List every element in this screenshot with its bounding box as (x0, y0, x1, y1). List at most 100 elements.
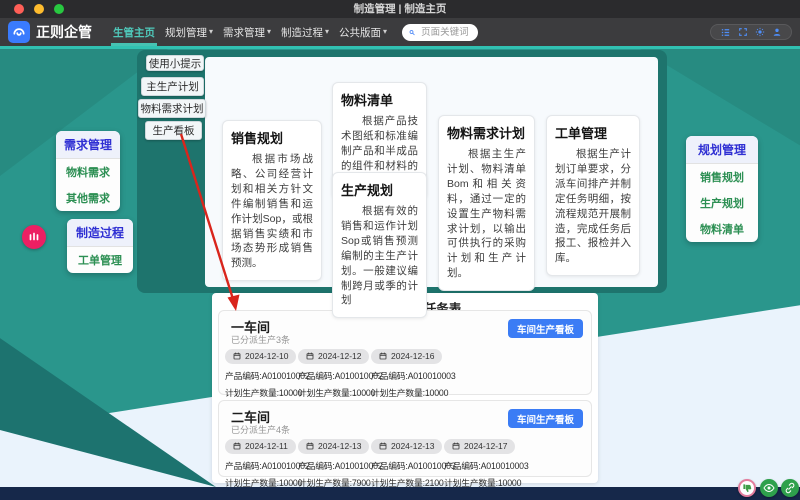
task-board: 近期在线生产任务表 一车间 已分派生产3条 车间生产看板 2024-12-10 … (212, 293, 598, 483)
date-chip: 2024-12-16 (371, 349, 442, 364)
menu-item-bom[interactable]: 物料清单 (686, 216, 758, 242)
task-date: 2024-12-16 (391, 351, 434, 361)
mrp-button-label: 物料需求计划 (141, 101, 204, 116)
date-chip: 2024-12-13 (298, 439, 369, 454)
nav-item-demand[interactable]: 需求管理 ▾ (223, 18, 271, 46)
nav-item-production-home[interactable]: 生管主页 (113, 18, 155, 46)
workshop-subtitle: 已分派生产4条 (231, 423, 290, 436)
mrp-button[interactable]: 物料需求计划 (138, 99, 206, 118)
panel-process: 制造过程 工单管理 (67, 219, 133, 273)
eye-icon (763, 482, 775, 494)
tips-button-label: 使用小提示 (149, 56, 202, 71)
task-item: 2024-12-17 产品编码:A010010003 计划生产数量:10000 (444, 437, 517, 489)
task-item: 2024-12-13 产品编码:A010010002 计划生产数量:7900 (298, 437, 371, 489)
workshop-1-section: 一车间 已分派生产3条 车间生产看板 2024-12-10 产品编码:A0100… (218, 310, 592, 395)
nav-item-public[interactable]: 公共版面 ▾ (339, 18, 387, 46)
app-navbar: 正则企管 生管主页 规划管理 ▾ 需求管理 ▾ 制造过程 ▾ 公共版面 ▾ (0, 18, 800, 46)
user-icon[interactable] (772, 27, 782, 37)
panel-planning: 规划管理 销售规划 生产规划 物料清单 (686, 136, 758, 242)
task-item: 2024-12-10 产品编码:A010010002 计划生产数量:10000 (225, 347, 298, 399)
task-product: 产品编码:A010010002 (298, 369, 371, 382)
nav-label: 需求管理 (223, 25, 265, 40)
menu-item-material-demand[interactable]: 物料需求 (56, 159, 120, 185)
podium-icon (28, 231, 40, 243)
workshop-kanban-button[interactable]: 车间生产看板 (508, 409, 583, 428)
task-list: 2024-12-11 产品编码:A010010002 计划生产数量:10000 … (225, 437, 587, 489)
card-title: 销售规划 (231, 128, 313, 147)
task-product: 产品编码:A010010002 (225, 369, 298, 382)
search-input[interactable] (419, 26, 471, 39)
card-sales-planning[interactable]: 销售规划 根据市场战略、公司经营计划和相关方针文件编制销售和运作计划Sop，或根… (222, 120, 322, 281)
calendar-icon (233, 352, 241, 360)
card-body: 根据有效的销售和运作计划Sop或销售预测编制的主生产计划。一般建议编制跨月或季的… (341, 204, 418, 308)
manufacturing-home-page: 制造管理 | 制造主页 正则企管 生管主页 规划管理 ▾ 需求管理 ▾ 制造过程… (0, 0, 800, 500)
chevron-down-icon: ▾ (325, 28, 329, 36)
logo-swirl-icon (12, 25, 26, 39)
watch-button[interactable] (760, 479, 778, 497)
workshop-kanban-button[interactable]: 车间生产看板 (508, 319, 583, 338)
date-chip: 2024-12-13 (371, 439, 442, 454)
task-item: 2024-12-13 产品编码:A010010003 计划生产数量:2100 (371, 437, 444, 489)
task-date: 2024-12-11 (245, 441, 288, 451)
date-chip: 2024-12-11 (225, 439, 296, 454)
nav-label: 公共版面 (339, 25, 381, 40)
link-button[interactable] (781, 479, 799, 497)
nav-item-process[interactable]: 制造过程 ▾ (281, 18, 329, 46)
calendar-icon (306, 442, 314, 450)
date-chip: 2024-12-12 (298, 349, 369, 364)
feedback-thumb-button[interactable] (738, 479, 756, 497)
window-title: 制造管理 | 制造主页 (0, 0, 800, 18)
link-icon (784, 482, 796, 494)
calendar-icon (379, 442, 387, 450)
card-production-planning[interactable]: 生产规划 根据有效的销售和运作计划Sop或销售预测编制的主生产计划。一般建议编制… (332, 172, 427, 318)
task-product: 产品编码:A010010002 (298, 459, 371, 472)
accent-strip (0, 46, 800, 49)
task-date: 2024-12-12 (318, 351, 361, 361)
nav-item-planning[interactable]: 规划管理 ▾ (165, 18, 213, 46)
mps-button[interactable]: 主生产计划 (141, 77, 204, 96)
app-logo[interactable] (8, 21, 30, 43)
kanban-button-label: 生产看板 (153, 123, 195, 138)
task-item: 2024-12-11 产品编码:A010010002 计划生产数量:10000 (225, 437, 298, 489)
task-product: 产品编码:A010010003 (444, 459, 517, 472)
brand-name: 正则企管 (36, 22, 92, 42)
task-qty: 计划生产数量:10000 (225, 476, 298, 489)
task-item: 2024-12-12 产品编码:A010010002 计划生产数量:10000 (298, 347, 371, 399)
chevron-down-icon: ▾ (383, 28, 387, 36)
card-title: 物料清单 (341, 90, 418, 109)
window-titlebar: 制造管理 | 制造主页 (0, 0, 800, 18)
menu-item-other-demand[interactable]: 其他需求 (56, 185, 120, 211)
card-mrp[interactable]: 物料需求计划 根据主生产计划、物料清单Bom和相关资料，通过一定的设置生产物料需… (438, 115, 535, 291)
search-icon (409, 28, 415, 37)
task-qty: 计划生产数量:10000 (225, 386, 298, 399)
fullscreen-icon[interactable] (738, 27, 748, 37)
pink-fab[interactable] (22, 225, 46, 249)
card-work-order[interactable]: 工单管理 根据生产计划订单要求，分派车间排产并制定任务明细，按流程规范开展制造，… (546, 115, 640, 276)
task-product: 产品编码:A010010003 (371, 459, 444, 472)
task-product: 产品编码:A010010002 (225, 459, 298, 472)
kanban-button[interactable]: 生产看板 (145, 121, 202, 140)
card-title: 生产规划 (341, 180, 418, 199)
card-body: 根据市场战略、公司经营计划和相关方针文件编制销售和运作计划Sop，或根据销售实绩… (231, 152, 313, 271)
task-item: 2024-12-16 产品编码:A010010003 计划生产数量:10000 (371, 347, 444, 399)
menu-item-production-planning[interactable]: 生产规划 (686, 190, 758, 216)
card-body: 根据生产计划订单要求，分派车间排产并制定任务明细，按流程规范开展制造，完成任务后… (555, 147, 631, 266)
brightness-icon[interactable] (755, 27, 765, 37)
thumb-down-icon (742, 483, 753, 494)
task-qty: 计划生产数量:7900 (298, 476, 371, 489)
calendar-icon (452, 442, 460, 450)
task-date: 2024-12-17 (464, 441, 507, 451)
tips-button[interactable]: 使用小提示 (146, 55, 204, 71)
task-qty: 计划生产数量:10000 (444, 476, 517, 489)
list-view-icon[interactable] (720, 27, 731, 38)
panel-process-title: 制造过程 (67, 219, 133, 247)
date-chip: 2024-12-10 (225, 349, 296, 364)
menu-item-sales-planning[interactable]: 销售规划 (686, 164, 758, 190)
menu-item-work-order[interactable]: 工单管理 (67, 247, 133, 273)
chevron-down-icon: ▾ (209, 28, 213, 36)
nav-label: 制造过程 (281, 25, 323, 40)
nav-label: 规划管理 (165, 25, 207, 40)
workshop-subtitle: 已分派生产3条 (231, 333, 290, 346)
page-search[interactable] (402, 24, 478, 41)
task-qty: 计划生产数量:2100 (371, 476, 444, 489)
